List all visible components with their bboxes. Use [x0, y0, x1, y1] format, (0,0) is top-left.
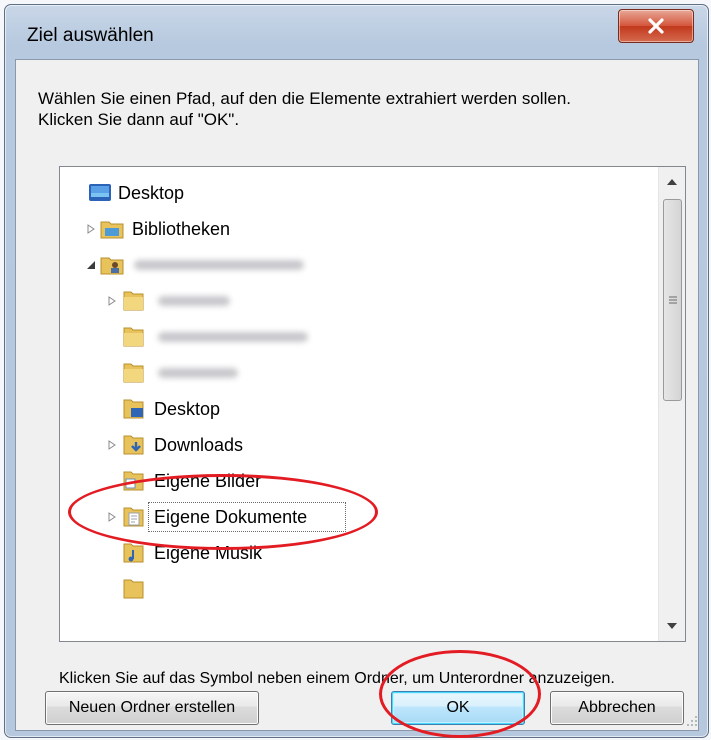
tree-item-eigene-musik[interactable]: Eigene Musik — [60, 535, 656, 571]
tree-item-partial[interactable] — [60, 571, 656, 607]
scroll-thumb[interactable] — [663, 199, 682, 401]
pictures-folder-icon — [123, 471, 144, 491]
folder-icon — [123, 363, 144, 383]
tree-item-user[interactable] — [60, 247, 656, 283]
music-folder-icon — [123, 543, 144, 563]
tree-item-downloads[interactable]: Downloads — [60, 427, 656, 463]
ok-button[interactable]: OK — [391, 691, 525, 725]
folder-icon — [123, 291, 144, 311]
close-icon — [648, 18, 664, 34]
resize-grip-icon[interactable] — [684, 713, 698, 727]
tree-item-desktop[interactable]: Desktop — [60, 175, 656, 211]
folder-icon — [123, 579, 144, 599]
blurred-folder-name — [158, 368, 238, 378]
documents-folder-icon — [123, 507, 144, 527]
grip-icon — [669, 296, 677, 304]
arrow-up-icon — [667, 179, 677, 185]
folder-tree[interactable]: Desktop Bibliotheken Desktop Downloads E… — [59, 166, 686, 642]
tree-item-label: Eigene Musik — [154, 542, 263, 563]
scroll-down-button[interactable] — [659, 613, 685, 639]
dialog-window: Ziel auswählen Wählen Sie einen Pfad, au… — [4, 4, 709, 738]
downloads-folder-icon — [123, 435, 144, 455]
folder-icon — [123, 327, 144, 347]
tree-item-bibliotheken[interactable]: Bibliotheken — [60, 211, 656, 247]
library-icon — [100, 221, 124, 239]
tree-item-eigene-bilder[interactable]: Eigene Bilder — [60, 463, 656, 499]
arrow-down-icon — [667, 623, 677, 629]
scroll-up-button[interactable] — [659, 169, 685, 195]
tree-item-hidden-folder[interactable] — [60, 319, 656, 355]
blurred-folder-name — [158, 332, 308, 342]
collapse-arrow-icon[interactable] — [85, 259, 97, 271]
tree-item-label: Eigene Dokumente — [154, 506, 308, 527]
window-title: Ziel auswählen — [27, 25, 154, 46]
tree-item-label: Eigene Bilder — [154, 470, 262, 491]
expand-arrow-icon[interactable] — [85, 223, 97, 235]
title-bar[interactable]: Ziel auswählen — [5, 5, 708, 61]
user-folder-icon — [100, 257, 124, 275]
tree-item-eigene-dokumente[interactable]: Eigene Dokumente — [60, 499, 656, 535]
hint-text: Klicken Sie auf das Symbol neben einem O… — [59, 670, 615, 687]
tree-item-hidden-folder[interactable] — [60, 283, 656, 319]
desktop-folder-icon — [123, 399, 144, 419]
new-folder-button[interactable]: Neuen Ordner erstellen — [45, 691, 259, 725]
cancel-button[interactable]: Abbrechen — [550, 691, 684, 725]
tree-item-label: Desktop — [118, 182, 185, 203]
tree-item-hidden-folder[interactable] — [60, 355, 656, 391]
tree-item-label: Downloads — [154, 434, 244, 455]
instruction-text: Wählen Sie einen Pfad, auf den die Eleme… — [38, 89, 571, 129]
tree-item-user-desktop[interactable]: Desktop — [60, 391, 656, 427]
expand-arrow-icon[interactable] — [106, 511, 118, 523]
close-button[interactable] — [618, 9, 694, 43]
expand-arrow-icon[interactable] — [106, 439, 118, 451]
expand-arrow-icon[interactable] — [106, 295, 118, 307]
blurred-folder-name — [158, 296, 230, 306]
tree-item-label: Desktop — [154, 398, 221, 419]
dialog-client-area: Wählen Sie einen Pfad, auf den die Eleme… — [15, 59, 699, 731]
blurred-username — [134, 260, 304, 270]
desktop-icon — [89, 184, 111, 201]
tree-item-label: Bibliotheken — [132, 218, 231, 239]
vertical-scrollbar[interactable] — [658, 167, 685, 641]
